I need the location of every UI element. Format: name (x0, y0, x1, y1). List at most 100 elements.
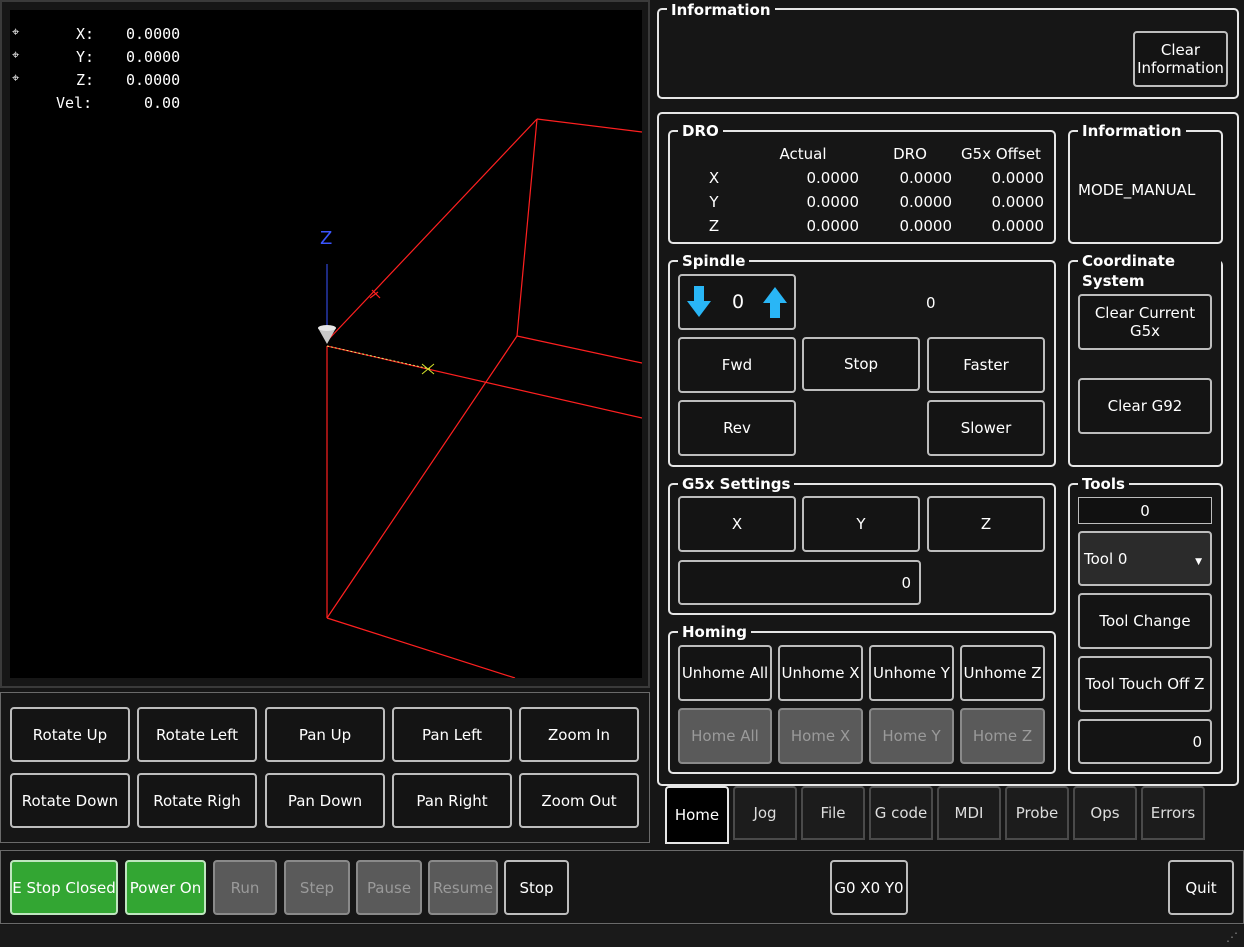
spindle-stop-button[interactable]: Stop (802, 337, 920, 391)
tool-touch-off-value-input[interactable]: 0 (1078, 719, 1212, 764)
power-button[interactable]: Power On (125, 860, 206, 915)
spindle-rev-button[interactable]: Rev (678, 400, 796, 456)
toolpath-preview (318, 118, 642, 678)
status-bar (0, 925, 1244, 947)
arrow-down-icon[interactable] (686, 285, 712, 319)
dro-header-dro: DRO (893, 145, 927, 163)
dro-axis-label: Y (709, 193, 719, 211)
zoom-in-button[interactable]: Zoom In (519, 707, 639, 762)
homing-title: Homing (678, 622, 752, 642)
spindle-speed-spinbox[interactable]: 0 (678, 274, 796, 330)
home-y-button[interactable]: Home Y (869, 708, 954, 764)
spindle-slower-button[interactable]: Slower (927, 400, 1045, 456)
spindle-speed-display: 0 (926, 294, 936, 312)
resume-button[interactable]: Resume (428, 860, 498, 915)
clear-information-button[interactable]: Clear Information (1133, 31, 1228, 87)
unhome-all-button[interactable]: Unhome All (678, 645, 772, 701)
home-x-button[interactable]: Home X (778, 708, 863, 764)
homed-icon-y: ⌖ (12, 48, 20, 63)
estop-button[interactable]: E Stop Closed (10, 860, 118, 915)
tool-change-button[interactable]: Tool Change (1078, 593, 1212, 649)
tab-probe[interactable]: Probe (1005, 786, 1069, 840)
home-z-button[interactable]: Home Z (960, 708, 1045, 764)
dro-actual-value: 0.0000 (806, 169, 860, 187)
spindle-faster-button[interactable]: Faster (927, 337, 1045, 393)
dro-header-actual: Actual (779, 145, 827, 163)
dro-axis-label: X (708, 169, 720, 187)
rotate-down-button[interactable]: Rotate Down (10, 773, 130, 828)
axis-label-z: Z (320, 228, 333, 249)
tab-jog[interactable]: Jog (733, 786, 797, 840)
pan-down-button[interactable]: Pan Down (265, 773, 385, 828)
readout-x-label: X: (76, 25, 95, 43)
tab-home[interactable]: Home (665, 786, 729, 844)
readout-z-value: 0.0000 (126, 71, 181, 89)
tool-select-value: Tool 0 (1084, 549, 1128, 568)
spindle-fwd-button[interactable]: Fwd (678, 337, 796, 393)
dro-dro-value: 0.0000 (899, 169, 953, 187)
tab-ops[interactable]: Ops (1073, 786, 1137, 840)
homed-icon-z: ⌖ (12, 71, 20, 86)
pan-up-button[interactable]: Pan Up (265, 707, 385, 762)
unhome-z-button[interactable]: Unhome Z (960, 645, 1045, 701)
preview-viewport: Z ⌖ ⌖ ⌖ X: 0.0000 Y: 0.0000 Z: 0.0000 Ve… (0, 0, 650, 688)
rotate-left-button[interactable]: Rotate Left (137, 707, 257, 762)
pause-button[interactable]: Pause (356, 860, 422, 915)
chevron-down-icon: ▼ (1195, 557, 1202, 567)
unhome-x-button[interactable]: Unhome X (778, 645, 863, 701)
rotate-right-button[interactable]: Rotate Righ (137, 773, 257, 828)
tools-title: Tools (1078, 474, 1129, 494)
zoom-out-button[interactable]: Zoom Out (519, 773, 639, 828)
resize-grip-icon[interactable]: ⋰ (1226, 930, 1238, 944)
dro-offset-value: 0.0000 (991, 217, 1045, 235)
dro-header-offset: G5x Offset (961, 145, 1041, 163)
tab-mdi[interactable]: MDI (937, 786, 1001, 840)
dro-dro-value: 0.0000 (899, 193, 953, 211)
g5x-set-y-button[interactable]: Y (802, 496, 920, 552)
spindle-speed-value: 0 (732, 291, 745, 313)
homed-icon-x: ⌖ (12, 25, 20, 40)
readout-y-label: Y: (76, 48, 95, 66)
gcode-preview-canvas[interactable]: Z ⌖ ⌖ ⌖ X: 0.0000 Y: 0.0000 Z: 0.0000 Ve… (10, 10, 642, 678)
dro-offset-value: 0.0000 (991, 193, 1045, 211)
readout-vel-value: 0.00 (144, 94, 181, 112)
dro-axis-label: Z (708, 217, 720, 235)
dro-offset-value: 0.0000 (991, 169, 1045, 187)
mode-information-title: Information (1078, 121, 1186, 141)
tab-gcode[interactable]: G code (869, 786, 933, 840)
clear-g92-button[interactable]: Clear G92 (1078, 378, 1212, 434)
dro-actual-value: 0.0000 (806, 217, 860, 235)
pan-right-button[interactable]: Pan Right (392, 773, 512, 828)
coordinate-system-group: Coordinate System (1068, 251, 1223, 467)
readout-y-value: 0.0000 (126, 48, 181, 66)
tab-file[interactable]: File (801, 786, 865, 840)
g5x-set-x-button[interactable]: X (678, 496, 796, 552)
readout-x-value: 0.0000 (126, 25, 181, 43)
dro-dro-value: 0.0000 (899, 217, 953, 235)
pan-left-button[interactable]: Pan Left (392, 707, 512, 762)
tab-errors[interactable]: Errors (1141, 786, 1205, 840)
quit-button[interactable]: Quit (1168, 860, 1234, 915)
stop-button[interactable]: Stop (504, 860, 569, 915)
readout-z-label: Z: (76, 71, 95, 89)
dro-actual-value: 0.0000 (806, 193, 860, 211)
information-title: Information (667, 0, 775, 20)
run-button[interactable]: Run (213, 860, 277, 915)
g5x-settings-title: G5x Settings (678, 474, 795, 494)
dro-title: DRO (678, 121, 723, 141)
readout-vel-label: Vel: (56, 94, 93, 112)
unhome-y-button[interactable]: Unhome Y (869, 645, 954, 701)
rotate-up-button[interactable]: Rotate Up (10, 707, 130, 762)
home-all-button[interactable]: Home All (678, 708, 772, 764)
tool-touch-off-z-button[interactable]: Tool Touch Off Z (1078, 656, 1212, 712)
tool-select-dropdown[interactable]: Tool 0 ▼ (1078, 531, 1212, 586)
g5x-value-input[interactable]: 0 (678, 560, 921, 605)
clear-current-g5x-button[interactable]: Clear Current G5x (1078, 294, 1212, 350)
tool-number-display: 0 (1078, 497, 1212, 524)
step-button[interactable]: Step (284, 860, 350, 915)
g5x-set-z-button[interactable]: Z (927, 496, 1045, 552)
g0-x0-y0-button[interactable]: G0 X0 Y0 (830, 860, 908, 915)
arrow-up-icon[interactable] (762, 285, 788, 319)
spindle-title: Spindle (678, 251, 750, 271)
machine-mode-label: MODE_MANUAL (1078, 181, 1196, 199)
